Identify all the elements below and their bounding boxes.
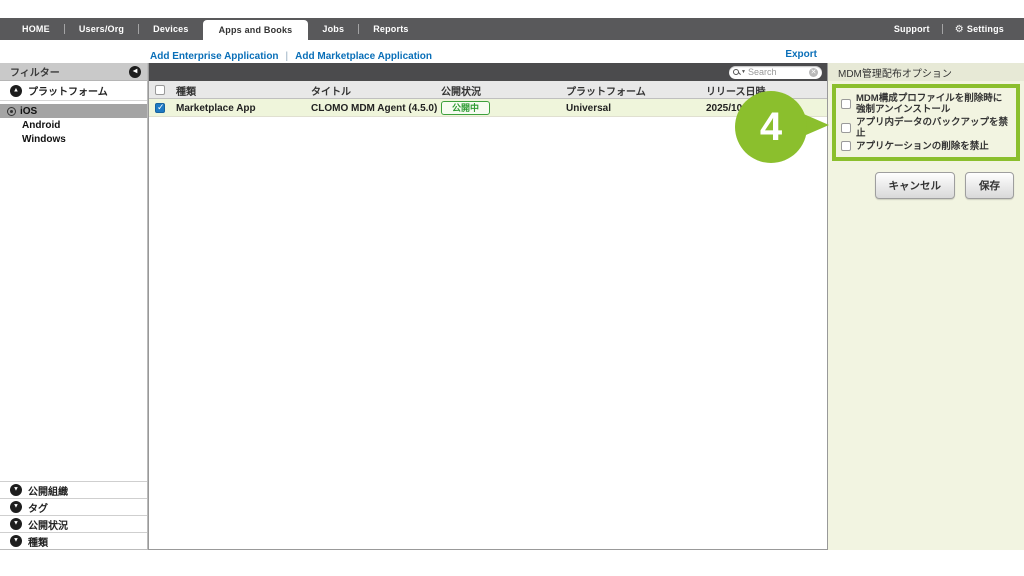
collapsed-filter-sections: ▼ 公開組織 ▼ タグ ▼ 公開状況 ▼ 種類 bbox=[0, 481, 147, 549]
filter-section-label: 公開状況 bbox=[28, 517, 68, 532]
nav-item-settings[interactable]: ⚙ Settings bbox=[943, 24, 1016, 35]
panel-actions: キャンセル 保存 bbox=[875, 172, 1015, 199]
highlighted-options-box: MDM構成プロファイルを削除時に強制アンインストール アプリ内データのバックアッ… bbox=[832, 84, 1020, 161]
nav-item-devices[interactable]: Devices bbox=[139, 18, 202, 40]
filter-section-label: 種類 bbox=[28, 534, 48, 549]
save-button[interactable]: 保存 bbox=[965, 172, 1014, 199]
nav-utility: Support ⚙ Settings bbox=[882, 18, 1016, 40]
column-header-type[interactable]: 種類 bbox=[176, 81, 196, 99]
chevron-down-circle-icon: ▼ bbox=[10, 535, 22, 547]
gear-icon: ⚙ bbox=[955, 24, 964, 35]
top-nav: HOME Users/Org Devices Apps and Books Jo… bbox=[0, 18, 1024, 40]
search-placeholder: Search bbox=[748, 67, 809, 77]
panel-title: MDM管理配布オプション bbox=[828, 63, 1024, 81]
column-header-platform[interactable]: プラットフォーム bbox=[566, 81, 646, 99]
nav-tabs: HOME Users/Org Devices Apps and Books Jo… bbox=[8, 18, 423, 40]
filter-section-platform[interactable]: ▲ プラットフォーム bbox=[0, 81, 147, 101]
filter-section-tag[interactable]: ▼ タグ bbox=[0, 498, 147, 515]
table-header-row: 種類 タイトル 公開状況 プラットフォーム リリース日時 bbox=[149, 81, 827, 99]
sidebar-item-windows[interactable]: Windows bbox=[0, 132, 147, 146]
settings-label: Settings bbox=[967, 24, 1004, 34]
add-enterprise-application-link[interactable]: Add Enterprise Application bbox=[150, 51, 279, 62]
filter-section-type[interactable]: ▼ 種類 bbox=[0, 532, 147, 549]
status-badge: 公開中 bbox=[441, 101, 490, 116]
search-scope-caret-icon[interactable]: ▼ bbox=[741, 69, 746, 75]
add-marketplace-application-link[interactable]: Add Marketplace Application bbox=[295, 51, 432, 62]
row-type: Marketplace App bbox=[176, 99, 256, 117]
select-all-checkbox[interactable] bbox=[155, 85, 165, 95]
sidebar-item-ios[interactable]: iOS bbox=[0, 104, 147, 118]
nav-item-home[interactable]: HOME bbox=[8, 18, 64, 40]
row-platform: Universal bbox=[566, 99, 611, 117]
callout-number: 4 bbox=[760, 107, 782, 147]
platform-label: Windows bbox=[22, 134, 66, 145]
search-input[interactable]: ▼ Search ✕ bbox=[729, 66, 822, 79]
option-prohibit-backup[interactable]: アプリ内データのバックアップを禁止 bbox=[841, 117, 1011, 140]
filter-sidebar: フィルター ◀ ▲ プラットフォーム iOS Android Windows ▼… bbox=[0, 63, 148, 550]
platform-label: iOS bbox=[20, 106, 37, 117]
filter-section-publication-status[interactable]: ▼ 公開状況 bbox=[0, 515, 147, 532]
option-label: アプリ内データのバックアップを禁止 bbox=[856, 117, 1011, 140]
platform-label: Android bbox=[22, 120, 60, 131]
option-force-uninstall[interactable]: MDM構成プロファイルを削除時に強制アンインストール bbox=[841, 93, 1011, 116]
mdm-options-panel: MDM管理配布オプション MDM構成プロファイルを削除時に強制アンインストール … bbox=[828, 63, 1024, 550]
option-label: MDM構成プロファイルを削除時に強制アンインストール bbox=[856, 93, 1011, 116]
cancel-button[interactable]: キャンセル bbox=[875, 172, 956, 199]
app-actions: Add Enterprise Application | Add Marketp… bbox=[150, 49, 432, 63]
filter-header: フィルター ◀ bbox=[0, 63, 147, 81]
column-header-title[interactable]: タイトル bbox=[311, 81, 351, 99]
filter-section-label: 公開組織 bbox=[28, 483, 68, 498]
clomo-admin-window: HOME Users/Org Devices Apps and Books Jo… bbox=[0, 0, 1024, 576]
filter-title: フィルター bbox=[10, 64, 129, 79]
chevron-left-circle-icon[interactable]: ◀ bbox=[129, 66, 141, 78]
search-icon bbox=[733, 69, 740, 76]
filter-section-label: プラットフォーム bbox=[28, 83, 108, 98]
nav-item-support[interactable]: Support bbox=[882, 24, 942, 34]
option-label: アプリケーションの削除を禁止 bbox=[856, 141, 989, 152]
chevron-down-circle-icon: ▼ bbox=[10, 518, 22, 530]
table-row[interactable]: Marketplace App CLOMO MDM Agent (4.5.0) … bbox=[149, 99, 827, 117]
row-title: CLOMO MDM Agent (4.5.0) bbox=[311, 99, 437, 117]
filter-section-public-org[interactable]: ▼ 公開組織 bbox=[0, 481, 147, 498]
option-checkbox[interactable] bbox=[841, 141, 851, 151]
nav-item-reports[interactable]: Reports bbox=[359, 18, 422, 40]
filter-section-label: タグ bbox=[28, 500, 48, 515]
platform-list: iOS Android Windows bbox=[0, 101, 147, 146]
sidebar-item-android[interactable]: Android bbox=[0, 118, 147, 132]
chevron-up-circle-icon: ▲ bbox=[10, 85, 22, 97]
row-checkbox[interactable] bbox=[155, 103, 165, 113]
clear-circle-icon[interactable]: ✕ bbox=[809, 68, 818, 77]
nav-item-jobs[interactable]: Jobs bbox=[308, 18, 358, 40]
chevron-down-circle-icon: ▼ bbox=[10, 484, 22, 496]
table-toolbar: ▼ Search ✕ bbox=[149, 63, 827, 81]
export-link[interactable]: Export bbox=[785, 49, 817, 60]
option-checkbox[interactable] bbox=[841, 123, 851, 133]
selected-radio-icon bbox=[7, 107, 16, 116]
nav-item-users-org[interactable]: Users/Org bbox=[65, 18, 138, 40]
column-header-status[interactable]: 公開状況 bbox=[441, 81, 481, 99]
option-prohibit-removal[interactable]: アプリケーションの削除を禁止 bbox=[841, 141, 1011, 152]
application-table: ▼ Search ✕ 種類 タイトル 公開状況 プラットフォーム リリース日時 … bbox=[148, 63, 828, 550]
chevron-down-circle-icon: ▼ bbox=[10, 501, 22, 513]
nav-item-apps-and-books[interactable]: Apps and Books bbox=[203, 20, 309, 40]
option-checkbox[interactable] bbox=[841, 99, 851, 109]
link-separator: | bbox=[286, 51, 289, 62]
step-callout: 4 bbox=[735, 91, 807, 163]
